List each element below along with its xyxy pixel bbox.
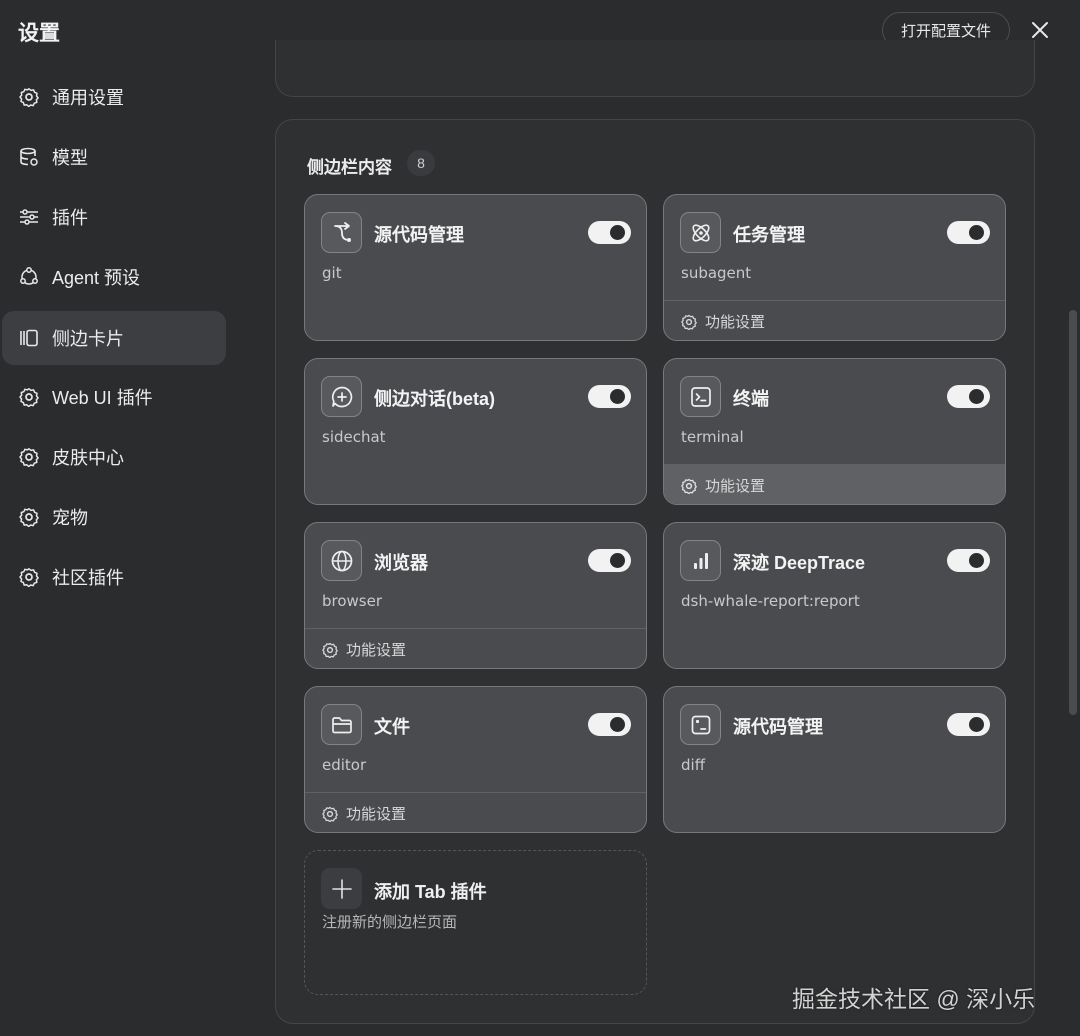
toggle-knob xyxy=(610,389,625,404)
card-id: git xyxy=(322,264,342,282)
feature-settings-label: 功能设置 xyxy=(346,642,407,659)
enable-toggle[interactable] xyxy=(588,549,631,572)
sidebar-item-community-plugins[interactable]: 社区插件 xyxy=(2,550,226,604)
feature-settings-button[interactable]: 功能设置 xyxy=(664,464,1005,504)
toggle-knob xyxy=(610,717,625,732)
feature-settings-button[interactable]: 功能设置 xyxy=(664,300,1005,340)
sidebar-item-plugins[interactable]: 插件 xyxy=(2,190,226,244)
add-card-subtitle: 注册新的侧边栏页面 xyxy=(322,914,458,931)
card-title: 源代码管理 xyxy=(374,225,464,245)
close-icon xyxy=(1032,22,1048,38)
scrollbar-thumb[interactable] xyxy=(1069,310,1077,715)
card-title: 侧边对话(beta) xyxy=(374,389,495,409)
card-id: browser xyxy=(322,592,383,610)
gear-icon xyxy=(18,386,40,408)
git-branch-icon xyxy=(321,212,362,253)
sidebar-item-agent-presets[interactable]: Agent 预设 xyxy=(2,250,226,304)
sidebar-item-skin-center[interactable]: 皮肤中心 xyxy=(2,430,226,484)
page-title: 设置 xyxy=(18,22,60,45)
previous-section-card xyxy=(275,40,1035,97)
side-card-git[interactable]: 源代码管理 git xyxy=(304,194,647,341)
card-id: diff xyxy=(681,756,706,774)
side-card-subagent[interactable]: 任务管理 subagent 功能设置 xyxy=(663,194,1006,341)
toggle-knob xyxy=(969,717,984,732)
card-title: 源代码管理 xyxy=(733,717,823,737)
side-card-diff[interactable]: 源代码管理 diff xyxy=(663,686,1006,833)
gear-icon xyxy=(18,86,40,108)
terminal-icon xyxy=(680,376,721,417)
card-title: 终端 xyxy=(733,389,769,409)
enable-toggle[interactable] xyxy=(947,221,990,244)
sidebar-item-label: 侧边卡片 xyxy=(52,329,124,349)
sidebar-item-pets[interactable]: 宠物 xyxy=(2,490,226,544)
feature-settings-button[interactable]: 功能设置 xyxy=(305,628,646,668)
enable-toggle[interactable] xyxy=(588,221,631,244)
diff-icon xyxy=(680,704,721,745)
gear-icon xyxy=(681,478,697,494)
gear-icon xyxy=(681,314,697,330)
globe-icon xyxy=(321,540,362,581)
feature-settings-button[interactable]: 功能设置 xyxy=(305,792,646,832)
sidebar-content-panel: 侧边栏内容 8 源代码管理 git 任务管理 subagent 功能设置 侧边对… xyxy=(275,119,1035,1024)
enable-toggle[interactable] xyxy=(588,385,631,408)
add-tab-plugin-card[interactable]: 添加 Tab 插件 注册新的侧边栏页面 xyxy=(304,850,647,995)
card-id: subagent xyxy=(681,264,752,282)
side-card-browser[interactable]: 浏览器 browser 功能设置 xyxy=(304,522,647,669)
card-title: 浏览器 xyxy=(374,553,428,573)
panel-title: 侧边栏内容 xyxy=(307,158,392,177)
sidebar-item-side-cards[interactable]: 侧边卡片 xyxy=(2,311,226,365)
sidebar-item-general[interactable]: 通用设置 xyxy=(2,70,226,124)
feature-settings-label: 功能设置 xyxy=(346,806,407,823)
atom-icon xyxy=(680,212,721,253)
sidebar-item-models[interactable]: 模型 xyxy=(2,130,226,184)
feature-settings-label: 功能设置 xyxy=(705,314,766,331)
folder-icon xyxy=(321,704,362,745)
sidebar-item-label: 社区插件 xyxy=(52,568,124,588)
toggle-knob xyxy=(969,389,984,404)
toggle-knob xyxy=(610,225,625,240)
agent-nodes-icon xyxy=(18,266,40,288)
toggle-knob xyxy=(969,553,984,568)
enable-toggle[interactable] xyxy=(588,713,631,736)
toggle-knob xyxy=(969,225,984,240)
side-card-deeptrace[interactable]: 深迹 DeepTrace dsh-whale-report:report xyxy=(663,522,1006,669)
bar-chart-icon xyxy=(680,540,721,581)
card-title: 深迹 DeepTrace xyxy=(733,553,866,573)
sidebar-item-label: 插件 xyxy=(52,208,88,228)
card-title: 文件 xyxy=(374,717,410,737)
card-id: sidechat xyxy=(322,428,386,446)
feature-settings-label: 功能设置 xyxy=(705,478,766,495)
sidebar-item-label: Agent 预设 xyxy=(52,268,141,288)
enable-toggle[interactable] xyxy=(947,385,990,408)
gear-icon xyxy=(18,566,40,588)
sidebar-item-label: 模型 xyxy=(52,148,88,168)
toggle-knob xyxy=(610,553,625,568)
gear-icon xyxy=(18,446,40,468)
watermark: 掘金技术社区 @ 深小乐 xyxy=(792,986,1036,1012)
sliders-icon xyxy=(18,206,40,228)
card-id: editor xyxy=(322,756,367,774)
card-id: terminal xyxy=(681,428,744,446)
gear-icon xyxy=(322,642,338,658)
sidebar-item-web-ui-plugins[interactable]: Web UI 插件 xyxy=(2,370,226,424)
sidebar-item-label: 通用设置 xyxy=(52,88,124,108)
database-icon xyxy=(18,146,40,168)
enable-toggle[interactable] xyxy=(947,549,990,572)
side-card-sidechat[interactable]: 侧边对话(beta) sidechat xyxy=(304,358,647,505)
side-card-terminal[interactable]: 终端 terminal 功能设置 xyxy=(663,358,1006,505)
sidebar-item-label: Web UI 插件 xyxy=(52,388,153,408)
sidebar-panel-icon xyxy=(18,327,40,349)
gear-icon xyxy=(18,506,40,528)
enable-toggle[interactable] xyxy=(947,713,990,736)
add-card-title: 添加 Tab 插件 xyxy=(374,882,487,902)
count-badge: 8 xyxy=(407,150,435,176)
chat-plus-icon xyxy=(321,376,362,417)
gear-icon xyxy=(322,806,338,822)
card-id: dsh-whale-report:report xyxy=(681,592,860,610)
plus-icon xyxy=(321,868,362,909)
sidebar-item-label: 皮肤中心 xyxy=(52,448,124,468)
card-title: 任务管理 xyxy=(733,225,805,245)
sidebar-item-label: 宠物 xyxy=(52,508,88,528)
side-card-editor[interactable]: 文件 editor 功能设置 xyxy=(304,686,647,833)
